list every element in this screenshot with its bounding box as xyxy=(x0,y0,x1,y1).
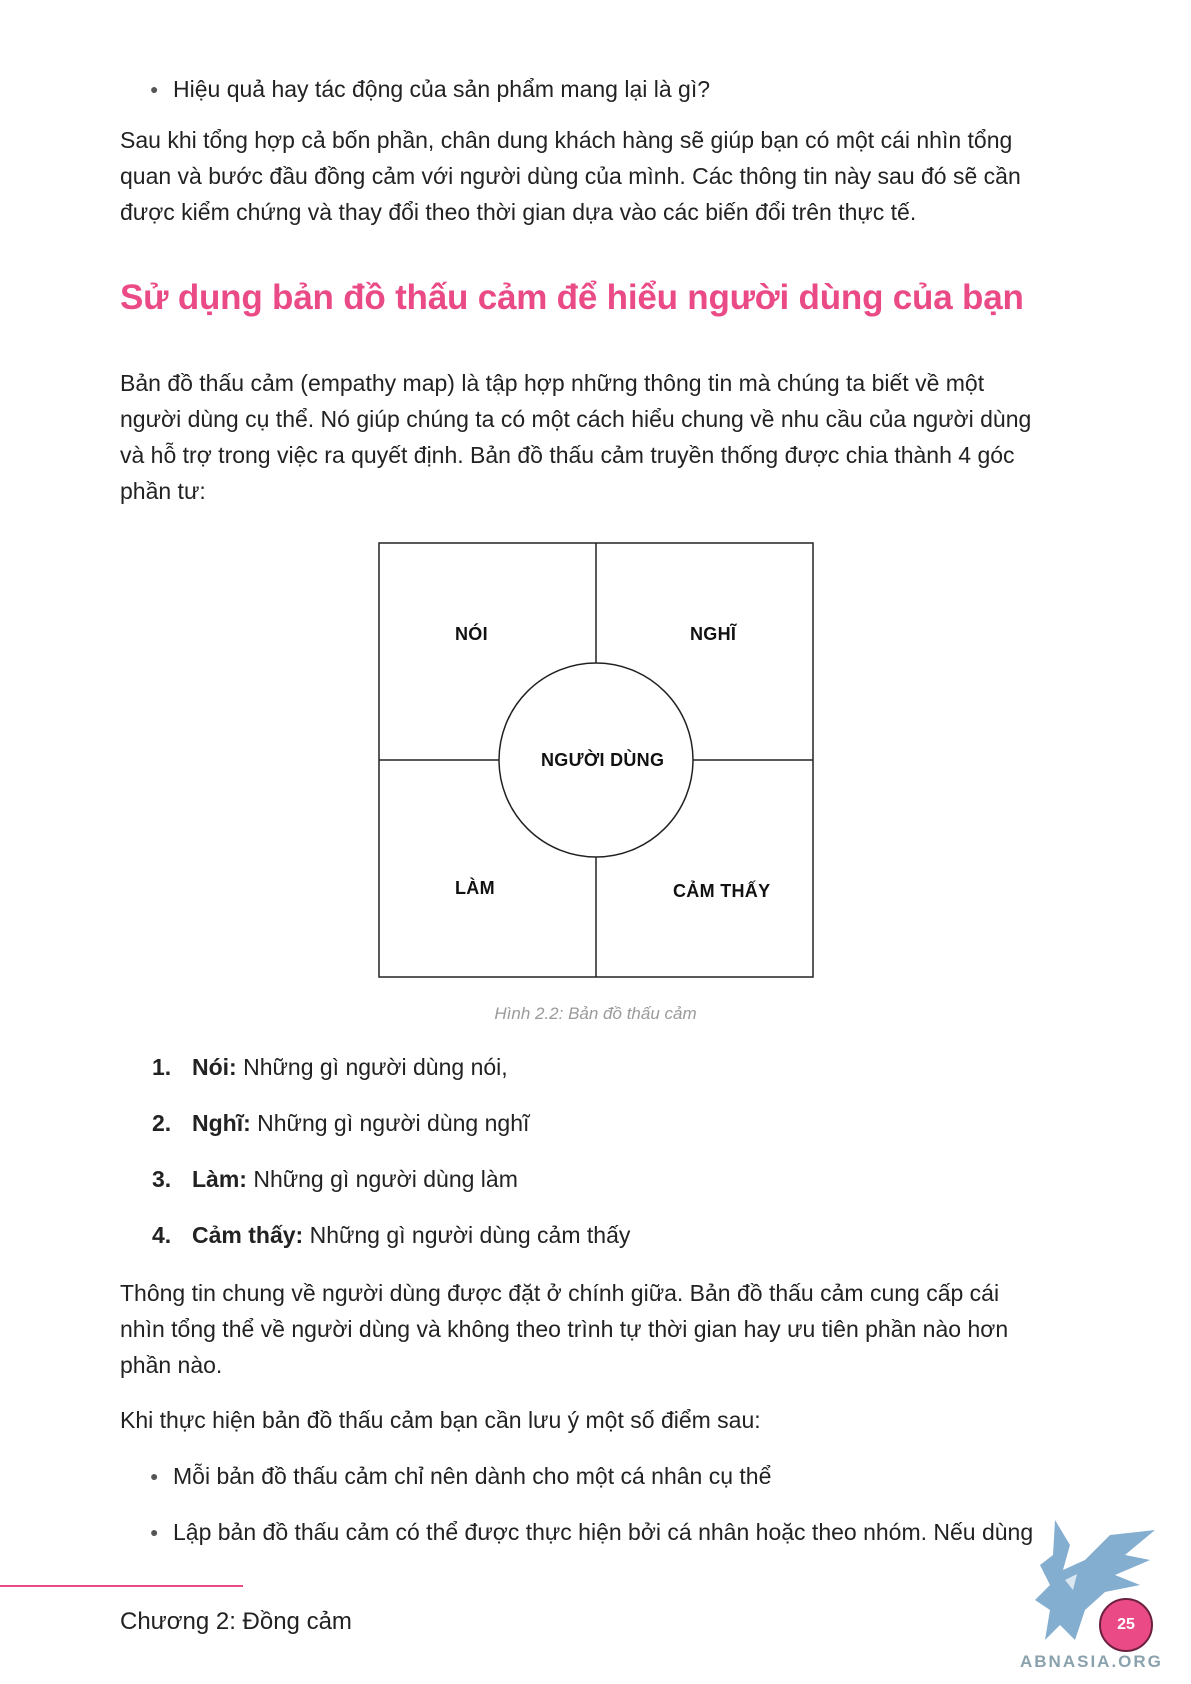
footer-divider xyxy=(0,1585,243,1587)
item-number: 4. xyxy=(152,1222,172,1248)
center-label-user: NGƯỜI DÙNG xyxy=(541,750,665,770)
numbered-item: 3. Làm: Những gì người dùng làm xyxy=(152,1162,518,1196)
figure-caption: Hình 2.2: Bản đồ thấu cảm xyxy=(494,1004,697,1023)
document-page: ● Hiệu quả hay tác động của sản phẩm man… xyxy=(0,0,1191,1684)
item-term: Nói: xyxy=(192,1054,237,1080)
paragraph-line: Sau khi tổng hợp cả bốn phần, chân dung … xyxy=(120,127,1013,153)
item-desc: Những gì người dùng nghĩ xyxy=(250,1110,530,1136)
quadrant-label-feel: CẢM THẤY xyxy=(673,881,771,901)
bullet-text: Hiệu quả hay tác động của sản phẩm mang … xyxy=(173,76,711,102)
item-term: Nghĩ: xyxy=(192,1110,251,1136)
item-desc: Những gì người dùng cảm thấy xyxy=(303,1222,631,1248)
numbered-item: 4. Cảm thấy: Những gì người dùng cảm thấy xyxy=(152,1218,630,1252)
quadrant-label-do: LÀM xyxy=(455,878,495,898)
numbered-item: 1. Nói: Những gì người dùng nói, xyxy=(152,1050,508,1084)
paragraph-line: nhìn tổng thể về người dùng và không the… xyxy=(120,1316,1009,1342)
bullet-text: Mỗi bản đồ thấu cảm chỉ nên dành cho một… xyxy=(173,1463,772,1489)
paragraph-line: phần nào. xyxy=(120,1352,223,1378)
paragraph-line: quan và bước đầu đồng cảm với người dùng… xyxy=(120,163,1021,189)
item-number: 2. xyxy=(152,1110,172,1136)
item-desc: Những gì người dùng làm xyxy=(246,1166,518,1192)
bullet-icon: ● xyxy=(150,81,159,97)
empathy-paragraph: Bản đồ thấu cảm (empathy map) là tập hợp… xyxy=(120,365,1080,509)
watermark-text: ABNASIA.ORG xyxy=(1020,1652,1163,1671)
paragraph-line: và hỗ trợ trong việc ra quyết định. Bản … xyxy=(120,442,1015,468)
notes-intro: Khi thực hiện bản đồ thấu cảm bạn cần lư… xyxy=(120,1402,1080,1438)
page-number-badge: 25 xyxy=(1099,1598,1153,1652)
quadrant-label-say: NÓI xyxy=(455,624,488,644)
paragraph-line: Thông tin chung về người dùng được đặt ở… xyxy=(120,1280,1000,1306)
quadrant-label-think: NGHĨ xyxy=(690,624,737,644)
footer-chapter: Chương 2: Đồng cảm xyxy=(120,1608,352,1635)
item-term: Làm: xyxy=(192,1166,247,1192)
paragraph-line: Bản đồ thấu cảm (empathy map) là tập hợp… xyxy=(120,370,985,396)
item-term: Cảm thấy: xyxy=(192,1222,304,1248)
center-info-paragraph: Thông tin chung về người dùng được đặt ở… xyxy=(120,1275,1080,1383)
bullet-text: Lập bản đồ thấu cảm có thể được thực hiệ… xyxy=(173,1519,1034,1545)
paragraph-line: Khi thực hiện bản đồ thấu cảm bạn cần lư… xyxy=(120,1407,761,1433)
bullet-icon: ● xyxy=(150,1524,159,1540)
item-number: 1. xyxy=(152,1054,172,1080)
item-desc: Những gì người dùng nói, xyxy=(236,1054,508,1080)
empathy-map-diagram: NÓI NGHĨ LÀM CẢM THẤY NGƯỜI DÙNG xyxy=(378,542,814,978)
item-number: 3. xyxy=(152,1166,172,1192)
bullet-icon: ● xyxy=(150,1468,159,1484)
intro-paragraph: Sau khi tổng hợp cả bốn phần, chân dung … xyxy=(120,122,1080,230)
paragraph-line: phần tư: xyxy=(120,478,206,504)
numbered-item: 2. Nghĩ: Những gì người dùng nghĩ xyxy=(152,1106,529,1140)
paragraph-line: được kiểm chứng và thay đổi theo thời gi… xyxy=(120,199,917,225)
section-heading: Sử dụng bản đồ thấu cảm để hiểu người dù… xyxy=(120,278,1024,317)
paragraph-line: người dùng cụ thể. Nó giúp chúng ta có m… xyxy=(120,406,1032,432)
